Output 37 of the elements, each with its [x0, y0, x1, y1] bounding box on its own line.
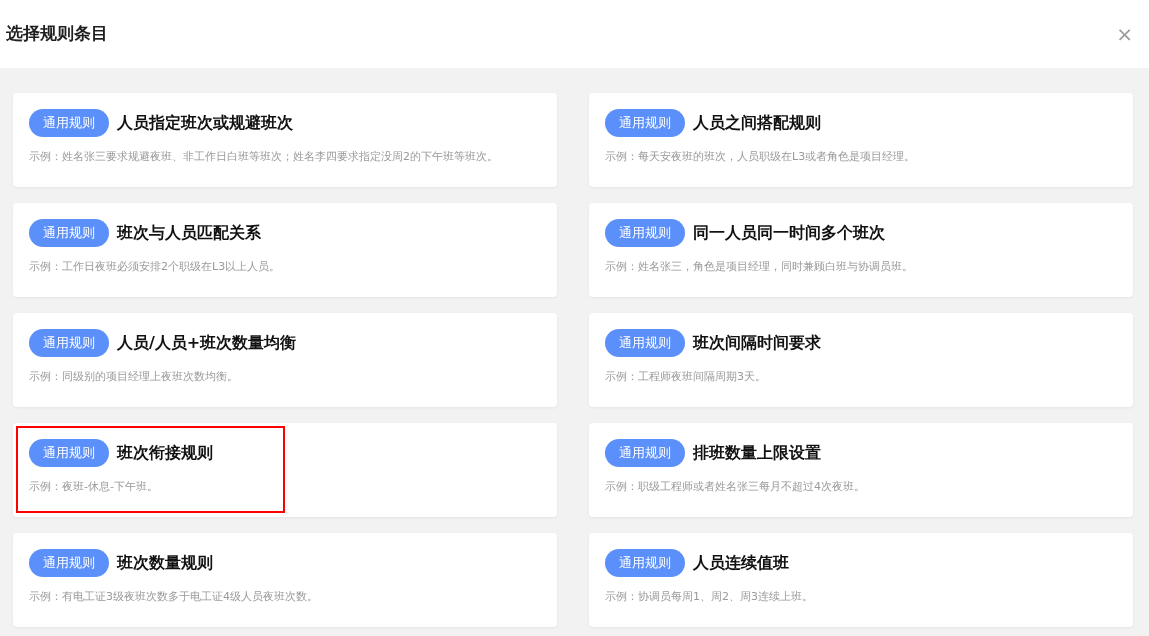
rule-example: 示例：工作日夜班必须安排2个职级在L3以上人员。 [29, 259, 281, 275]
rule-card[interactable]: 通用规则 人员/人员+班次数量均衡 示例：同级别的项目经理上夜班次数均衡。 [13, 313, 557, 407]
rule-title: 人员连续值班 [693, 552, 789, 574]
rule-title: 人员之间搭配规则 [693, 112, 821, 134]
rule-card[interactable]: 通用规则 排班数量上限设置 示例：职级工程师或者姓名张三每月不超过4次夜班。 [589, 423, 1133, 517]
rule-title: 同一人员同一时间多个班次 [693, 222, 885, 244]
rule-tag: 通用规则 [29, 329, 109, 357]
rule-card[interactable]: 通用规则 人员之间搭配规则 示例：每天安夜班的班次，人员职级在L3或者角色是项目经理。 [589, 93, 1133, 187]
rule-tag: 通用规则 [605, 549, 685, 577]
rule-title: 人员指定班次或规避班次 [117, 112, 293, 134]
rule-tag: 通用规则 [29, 439, 109, 467]
rule-example: 示例：每天安夜班的班次，人员职级在L3或者角色是项目经理。 [605, 149, 916, 165]
rule-tag: 通用规则 [605, 329, 685, 357]
rule-title: 班次数量规则 [117, 552, 213, 574]
rule-tag: 通用规则 [605, 109, 685, 137]
rule-title: 排班数量上限设置 [693, 442, 821, 464]
rule-example: 示例：夜班-休息-下午班。 [29, 479, 159, 495]
rule-title: 班次与人员匹配关系 [117, 222, 261, 244]
rule-example: 示例：协调员每周1、周2、周3连续上班。 [605, 589, 814, 605]
rule-card[interactable]: 通用规则 班次衔接规则 示例：夜班-休息-下午班。 [13, 423, 557, 517]
rule-title: 班次间隔时间要求 [693, 332, 821, 354]
rule-tag: 通用规则 [29, 109, 109, 137]
rule-tag: 通用规则 [605, 219, 685, 247]
rule-card[interactable]: 通用规则 班次与人员匹配关系 示例：工作日夜班必须安排2个职级在L3以上人员。 [13, 203, 557, 297]
rule-example: 示例：有电工证3级夜班次数多于电工证4级人员夜班次数。 [29, 589, 318, 605]
rule-example: 示例：工程师夜班间隔周期3天。 [605, 369, 767, 385]
rule-card[interactable]: 通用规则 班次数量规则 示例：有电工证3级夜班次数多于电工证4级人员夜班次数。 [13, 533, 557, 627]
rule-tag: 通用规则 [29, 219, 109, 247]
rule-card[interactable]: 通用规则 班次间隔时间要求 示例：工程师夜班间隔周期3天。 [589, 313, 1133, 407]
rule-tag: 通用规则 [605, 439, 685, 467]
rule-example: 示例：职级工程师或者姓名张三每月不超过4次夜班。 [605, 479, 865, 495]
rule-tag: 通用规则 [29, 549, 109, 577]
rule-example: 示例：同级别的项目经理上夜班次数均衡。 [29, 369, 239, 385]
rule-title: 人员/人员+班次数量均衡 [117, 332, 297, 354]
rule-card[interactable]: 通用规则 人员连续值班 示例：协调员每周1、周2、周3连续上班。 [589, 533, 1133, 627]
dialog-title: 选择规则条目 [6, 22, 108, 46]
rule-title: 班次衔接规则 [117, 442, 213, 464]
